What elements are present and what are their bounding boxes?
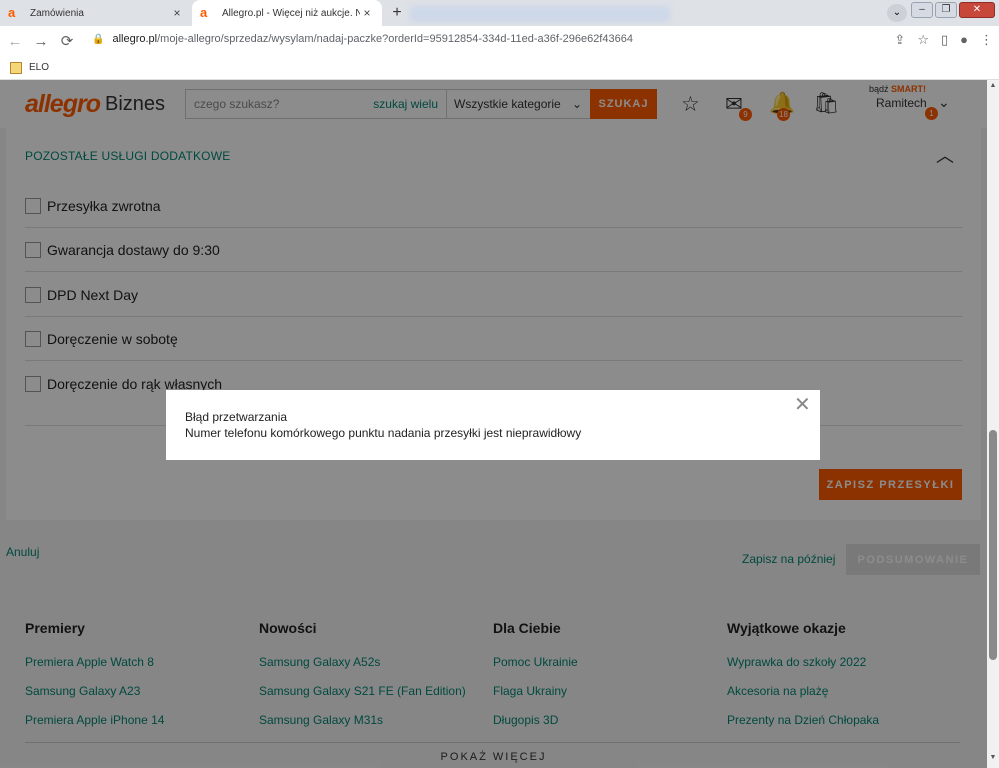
- bookmark-icon: [10, 61, 22, 74]
- tab-title: Allegro.pl - Więcej niż aukcje. Na: [222, 7, 360, 19]
- profile-icon[interactable]: ●: [960, 32, 968, 48]
- url-field[interactable]: 🔒 allegro.pl /moje-allegro/sprzedaz/wysy…: [92, 33, 633, 45]
- bookmark-elo[interactable]: ELO: [29, 62, 49, 73]
- tab-title: Zamówienia: [30, 7, 84, 19]
- close-icon[interactable]: ✕: [794, 395, 811, 415]
- tab-search-icon[interactable]: ⌄: [887, 4, 907, 22]
- sidebar-icon[interactable]: ▯: [941, 32, 948, 48]
- menu-icon[interactable]: ⋮: [980, 32, 993, 48]
- dialog-title: Błąd przetwarzania: [185, 410, 288, 424]
- lock-icon: 🔒: [92, 33, 105, 45]
- forward-icon[interactable]: →: [28, 33, 54, 50]
- error-dialog: Błąd przetwarzania Numer telefonu komórk…: [166, 390, 820, 460]
- dialog-message: Numer telefonu komórkowego punktu nadani…: [185, 426, 582, 440]
- tab-close-icon[interactable]: ×: [170, 6, 184, 20]
- scroll-up-icon[interactable]: ▲: [987, 82, 999, 94]
- reload-icon[interactable]: ⟳: [54, 32, 80, 50]
- browser-tab-bar: a Zamówienia × a Allegro.pl - Więcej niż…: [0, 0, 999, 26]
- address-bar: ← → ⟳ 🔒 allegro.pl /moje-allegro/sprzeda…: [0, 26, 999, 56]
- scroll-down-icon[interactable]: ▼: [987, 754, 999, 766]
- tab-allegro[interactable]: a Allegro.pl - Więcej niż aukcje. Na ×: [192, 0, 382, 26]
- allegro-favicon-icon: a: [200, 5, 208, 20]
- share-icon[interactable]: ⇪: [894, 32, 905, 48]
- tab-zamowienia[interactable]: a Zamówienia ×: [0, 0, 192, 26]
- url-path: /moje-allegro/sprzedaz/wysylam/nadaj-pac…: [157, 33, 633, 45]
- star-icon[interactable]: ☆: [917, 32, 929, 48]
- url-host: allegro.pl: [112, 33, 158, 45]
- window-controls: – ❐ ✕: [911, 2, 995, 18]
- address-actions: ⇪ ☆ ▯ ● ⋮: [894, 32, 993, 48]
- minimize-icon[interactable]: –: [911, 2, 933, 18]
- new-tab-button[interactable]: +: [388, 4, 406, 22]
- back-icon[interactable]: ←: [2, 33, 28, 50]
- blurred-tabs: [410, 6, 670, 22]
- maximize-icon[interactable]: ❐: [935, 2, 957, 18]
- allegro-favicon-icon: a: [8, 5, 16, 20]
- scrollbar-thumb[interactable]: [989, 430, 997, 660]
- scrollbar[interactable]: ▲ ▼: [987, 80, 999, 768]
- bookmarks-bar: ELO: [0, 56, 999, 80]
- close-window-icon[interactable]: ✕: [959, 2, 995, 18]
- tab-close-icon[interactable]: ×: [360, 6, 374, 20]
